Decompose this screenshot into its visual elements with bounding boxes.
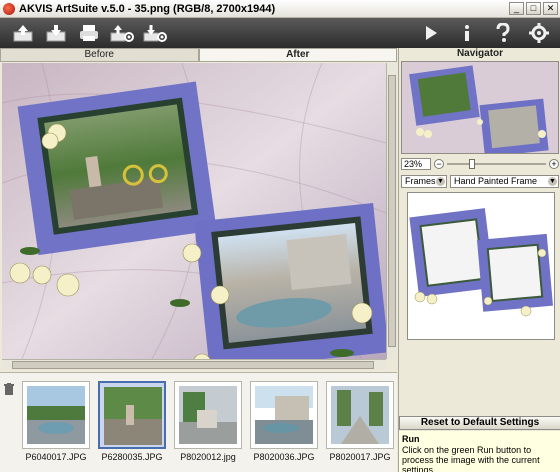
settings-icon [529,23,549,43]
filmstrip-item[interactable]: P6040017.JPG [22,381,90,462]
save-preset-icon [143,25,167,42]
minimize-button[interactable]: _ [509,2,524,15]
tab-before[interactable]: Before [0,48,199,62]
preset-dropdown[interactable]: Hand Painted Frame ▼ [450,175,559,188]
vertical-scrollbar[interactable] [386,63,397,359]
thumbnail-caption: P8020012.jpg [180,452,236,462]
filmstrip-item[interactable]: P6280035.JPG [98,381,166,462]
zoom-controls: 23% − + [401,158,559,170]
chevron-down-icon: ▼ [436,177,445,186]
trash-icon [4,383,14,395]
zoom-slider[interactable] [447,159,546,169]
settings-button[interactable] [524,20,554,46]
zoom-out-button[interactable]: − [434,159,444,169]
window-title: AKVIS ArtSuite v.5.0 - 35.png (RGB/8, 27… [19,2,276,15]
settings-panel: Navigator 23% − + Frames ▼ Hand Painted … [398,48,560,472]
category-dropdown[interactable]: Frames ▼ [401,175,447,188]
navigator-preview[interactable] [401,61,559,154]
app-logo-icon [3,2,15,15]
zoom-slider-handle[interactable] [469,159,475,169]
view-tabs: Before After [0,48,397,62]
horizontal-scrollbar[interactable] [2,359,386,370]
category-value: Frames [405,176,436,186]
frame-preview [407,192,555,340]
open-button[interactable] [8,20,38,46]
open-icon [13,25,33,42]
thumbnail-caption: P6040017.JPG [25,452,87,462]
thumbnail-image [98,381,166,449]
help-panel: Run Click on the green Run button to pro… [399,431,560,472]
maximize-button[interactable]: □ [526,2,541,15]
filmstrip-item[interactable]: P8020012.jpg [174,381,242,462]
tab-after[interactable]: After [198,48,397,62]
save-icon [46,25,66,42]
save-button[interactable] [41,20,71,46]
thumbnail-caption: P8020017.JPG [329,452,391,462]
toolbar [0,18,560,48]
close-button[interactable]: ✕ [543,2,558,15]
help-title: Run [402,434,420,444]
thumbnail-image [22,381,90,449]
zoom-in-button[interactable]: + [549,159,559,169]
navigator-title: Navigator [456,48,504,59]
run-button[interactable] [416,20,446,46]
filmstrip: P6040017.JPG P6280035.JPG P8020012.jpg P… [0,372,426,472]
thumbnail-image [174,381,242,449]
help-icon [496,23,510,42]
thumbnail-image [326,381,394,449]
image-canvas[interactable] [2,63,386,359]
filmstrip-item[interactable]: P8020017.JPG [326,381,394,462]
thumbnail-caption: P8020036.JPG [253,452,315,462]
save-preset-button[interactable] [140,20,170,46]
load-preset-icon [110,25,134,42]
title-bar: AKVIS ArtSuite v.5.0 - 35.png (RGB/8, 27… [0,0,560,18]
thumbnail-image [250,381,318,449]
info-icon [465,25,469,41]
help-button[interactable] [488,20,518,46]
reset-settings-button[interactable]: Reset to Default Settings [399,416,560,430]
help-text: Click on the green Run button to process… [402,445,540,472]
zoom-value-field[interactable]: 23% [401,158,431,170]
effect-selectors: Frames ▼ Hand Painted Frame ▼ [401,175,559,188]
load-preset-button[interactable] [107,20,137,46]
info-button[interactable] [452,20,482,46]
result-image [2,63,386,359]
run-icon [426,26,437,40]
thumbnail-caption: P6280035.JPG [101,452,163,462]
print-icon [80,25,98,41]
preset-value: Hand Painted Frame [454,176,538,186]
filmstrip-item[interactable]: P8020036.JPG [250,381,318,462]
print-button[interactable] [74,20,104,46]
delete-button[interactable] [4,383,14,398]
chevron-down-icon: ▼ [548,177,557,186]
